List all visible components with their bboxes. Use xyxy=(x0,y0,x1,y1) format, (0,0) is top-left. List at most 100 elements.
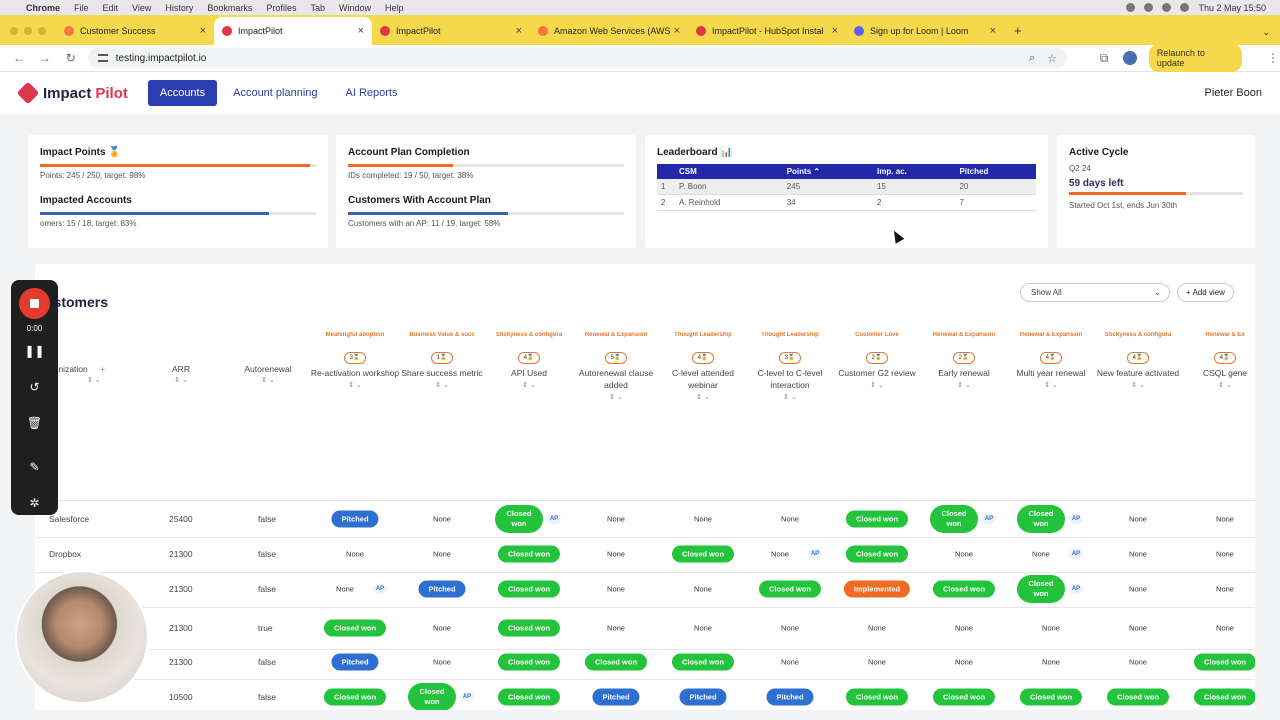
search-icon[interactable]: ⌕ xyxy=(1029,52,1035,65)
status-none[interactable]: None xyxy=(1212,511,1238,528)
status-closed-won[interactable]: Closed won xyxy=(1193,653,1255,671)
tab-impactpilot-active[interactable]: ImpactPilot × xyxy=(214,17,372,45)
status-pitched[interactable]: Pitched xyxy=(418,580,466,598)
status-none[interactable]: None xyxy=(1038,654,1064,671)
milestone-column-header[interactable]: 2🏅 Customer G2 review ⇕ ⌄ xyxy=(832,352,922,389)
sort-icon[interactable]: ⇕ ⌄ xyxy=(87,376,105,384)
sort-icon[interactable]: ⇕ ⌄ xyxy=(571,393,661,401)
milestone-column-header[interactable]: 4🏅 New feature activated ⇕ ⌄ xyxy=(1093,352,1183,389)
close-icon[interactable]: × xyxy=(516,25,522,37)
extensions-icon[interactable]: ⧉ xyxy=(1097,51,1111,66)
url-text[interactable]: testing.impactpilot.io xyxy=(116,53,1017,64)
col-pitched[interactable]: Pitched xyxy=(955,164,1036,179)
account-plan-badge[interactable]: AP xyxy=(372,584,388,594)
control-center-icon[interactable] xyxy=(1180,3,1190,12)
sort-icon[interactable]: ⇕ ⌄ xyxy=(310,381,400,389)
status-closed-won[interactable]: Closed won xyxy=(1106,688,1170,706)
status-closed-won[interactable]: Closed won xyxy=(1019,688,1083,706)
status-closed-won[interactable]: Closed won xyxy=(497,619,561,637)
nav-account-planning[interactable]: Account planning xyxy=(221,80,329,106)
status-closed-won[interactable]: Closed won xyxy=(1017,505,1065,533)
status-closed-won[interactable]: Closed won xyxy=(497,688,561,706)
status-none[interactable]: None xyxy=(603,511,629,528)
sort-icon[interactable]: ⇕ ⌄ xyxy=(745,393,835,401)
status-pitched[interactable]: Pitched xyxy=(766,688,814,706)
status-none[interactable]: None xyxy=(342,546,368,563)
back-icon[interactable]: ← xyxy=(12,51,26,65)
status-none[interactable]: None xyxy=(777,654,803,671)
status-none[interactable]: None xyxy=(1125,654,1151,671)
menu-profiles[interactable]: Profiles xyxy=(266,3,296,13)
more-menu-icon[interactable]: ⋮ xyxy=(1266,51,1280,65)
table-row[interactable] xyxy=(35,607,1255,649)
status-none[interactable]: None xyxy=(767,546,793,563)
status-none[interactable]: None xyxy=(1038,620,1064,637)
sort-icon[interactable]: ⇕ ⌄ xyxy=(397,381,487,389)
sort-icon[interactable]: ⇕ ⌄ xyxy=(235,376,301,384)
account-plan-badge[interactable]: AP xyxy=(807,549,823,559)
status-closed-won[interactable]: Closed won xyxy=(495,505,543,533)
account-plan-badge[interactable]: AP xyxy=(459,692,475,702)
add-column-icon[interactable]: + xyxy=(100,364,105,374)
tab-aws[interactable]: Amazon Web Services (AWS × xyxy=(530,17,688,45)
sort-icon[interactable]: ⇕ ⌄ xyxy=(919,381,1009,389)
tab-loom[interactable]: Sign up for Loom | Loom × xyxy=(846,17,1004,45)
milestone-column-header[interactable]: 4🏅 API Used ⇕ ⌄ xyxy=(484,352,574,389)
status-implemented[interactable]: Implemented xyxy=(843,580,911,598)
status-none[interactable]: None xyxy=(1212,546,1238,563)
milestone-column-header[interactable]: 1🏅 Share success metric ⇕ ⌄ xyxy=(397,352,487,389)
status-icon[interactable] xyxy=(1144,3,1154,12)
close-icon[interactable]: × xyxy=(358,25,364,37)
status-none[interactable]: None xyxy=(690,581,716,598)
status-closed-won[interactable]: Closed won xyxy=(845,510,909,528)
menu-tab[interactable]: Tab xyxy=(310,3,325,13)
nav-accounts[interactable]: Accounts xyxy=(147,80,218,106)
status-closed-won[interactable]: Closed won xyxy=(671,653,735,671)
sort-icon[interactable]: ⇕ ⌄ xyxy=(1093,381,1183,389)
status-none[interactable]: None xyxy=(1125,546,1151,563)
status-closed-won[interactable]: Closed won xyxy=(323,688,387,706)
status-pitched[interactable]: Pitched xyxy=(331,653,379,671)
menu-view[interactable]: View xyxy=(132,3,151,13)
status-none[interactable]: None xyxy=(429,546,455,563)
account-plan-badge[interactable]: AP xyxy=(1068,584,1084,594)
status-none[interactable]: None xyxy=(1125,620,1151,637)
status-none[interactable]: None xyxy=(1212,581,1238,598)
menu-edit[interactable]: Edit xyxy=(103,3,119,13)
status-none[interactable]: None xyxy=(1028,546,1054,563)
pencil-icon[interactable]: ✎ xyxy=(11,460,58,474)
status-none[interactable]: None xyxy=(690,620,716,637)
restart-icon[interactable]: ↺ xyxy=(11,380,58,394)
col-autorenewal[interactable]: Autorenewal ⇕ ⌄ xyxy=(235,364,301,384)
status-none[interactable]: None xyxy=(603,620,629,637)
bookmark-star-icon[interactable]: ☆ xyxy=(1047,52,1057,65)
milestone-column-header[interactable]: 5🏅 Autorenewal clause added ⇕ ⌄ xyxy=(571,352,661,401)
status-none[interactable]: None xyxy=(603,581,629,598)
webcam-bubble[interactable] xyxy=(15,570,149,704)
menu-window[interactable]: Window xyxy=(339,3,371,13)
status-none[interactable]: None xyxy=(429,511,455,528)
milestone-column-header[interactable]: 4🏅 Multi year renewal ⇕ ⌄ xyxy=(1006,352,1096,389)
col-csm[interactable]: CSM xyxy=(675,164,783,179)
close-icon[interactable]: × xyxy=(990,25,996,37)
close-icon[interactable]: × xyxy=(832,25,838,37)
col-arr[interactable]: ARR ⇕ ⌄ xyxy=(155,364,207,384)
status-closed-won[interactable]: Closed won xyxy=(497,653,561,671)
effects-icon[interactable]: ✲ xyxy=(11,496,58,510)
status-closed-won[interactable]: Closed won xyxy=(932,580,996,598)
site-info-icon[interactable] xyxy=(97,54,108,62)
account-plan-badge[interactable]: AP xyxy=(1068,514,1084,524)
status-pitched[interactable]: Pitched xyxy=(331,510,379,528)
status-closed-won[interactable]: Closed won xyxy=(758,580,822,598)
status-closed-won[interactable]: Closed won xyxy=(671,545,735,563)
forward-icon[interactable]: → xyxy=(38,51,52,65)
status-none[interactable]: None xyxy=(1125,511,1151,528)
chevron-down-icon[interactable]: ⌄ xyxy=(1262,27,1270,38)
milestone-column-header[interactable]: 4🏅 CSQL gene ⇕ ⌄ xyxy=(1180,352,1255,389)
status-none[interactable]: None xyxy=(1212,620,1238,637)
tab-hubspot-install[interactable]: ImpactPilot - HubSpot Instal × xyxy=(688,17,846,45)
status-pitched[interactable]: Pitched xyxy=(679,688,727,706)
nav-ai-reports[interactable]: AI Reports xyxy=(334,80,410,106)
status-icon[interactable] xyxy=(1126,3,1136,12)
add-view-button[interactable]: + Add view xyxy=(1177,283,1234,302)
